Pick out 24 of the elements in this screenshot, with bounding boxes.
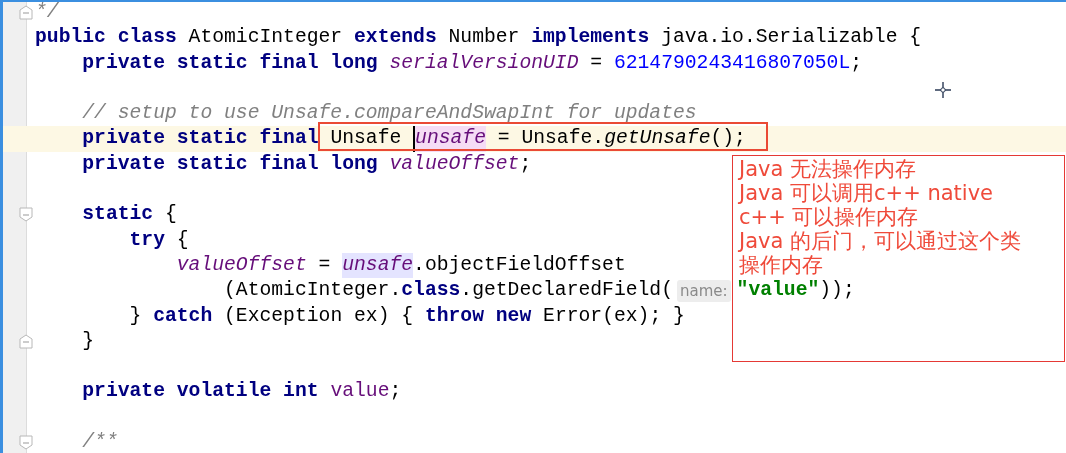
code-line: /** (81, 430, 118, 453)
code-line: try { (128, 227, 189, 253)
code-line: private volatile int value; (81, 379, 402, 405)
code-line: */ (35, 2, 59, 25)
fold-end-icon[interactable] (19, 5, 33, 20)
code-line: } catch (Exception ex) { throw new Error(ex); } (128, 303, 685, 329)
annotation-text: Java 无法操作内存 (739, 157, 918, 181)
fold-collapse-icon[interactable] (19, 435, 33, 451)
code-line: private static final Unsafe unsafe = Unsafe.getUnsafe(); (81, 126, 746, 152)
code-line: static { (81, 202, 177, 228)
fold-collapse-icon[interactable] (19, 207, 33, 223)
annotation-text: c++ 可以操作内存 (739, 205, 920, 229)
code-line: } (81, 328, 95, 354)
annotation-text: Java 的后门，可以通过这个类 (739, 229, 1023, 253)
fold-end-icon[interactable] (19, 333, 33, 349)
code-line: private static final long serialVersionUID = 6214790243416807050L; (81, 50, 863, 76)
code-line: valueOffset = unsafe.objectFieldOffset (35, 252, 626, 279)
code-line: private static final long valueOffset; (81, 151, 532, 177)
crosshair-cursor-icon (934, 81, 952, 99)
code-line: // setup to use Unsafe.compareAndSwapInt for updates (81, 101, 697, 127)
annotation-text: Java 可以调用c++ native (739, 181, 995, 205)
code-line: (AtomicInteger.class.getDeclaredField( name: "value")); (223, 278, 855, 304)
code-line: public class AtomicInteger extends Number implements java.io.Serializable { (35, 25, 922, 51)
annotation-text: 操作内存 (739, 253, 824, 277)
